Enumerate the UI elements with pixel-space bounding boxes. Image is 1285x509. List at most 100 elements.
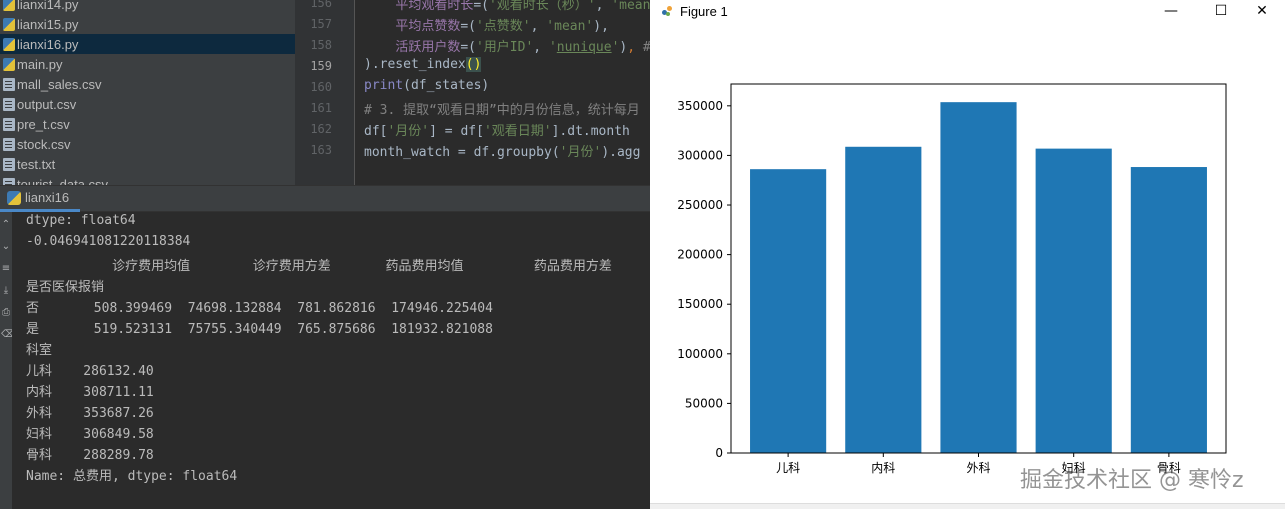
line-number: 158	[310, 38, 332, 52]
matplotlib-figure-window: Figure 1 — ☐ ✕ 0 50000 100000 150000 200000 2…	[650, 0, 1285, 509]
bar-1	[750, 169, 827, 454]
code-line-158: 活跃用户数=('用户ID', 'nunique'), #	[395, 40, 650, 55]
file-name: mall_sales.csv	[17, 76, 102, 92]
python-file-icon	[3, 17, 15, 31]
delete-icon[interactable]: ⌫	[1, 330, 15, 340]
bar-4	[1035, 148, 1112, 454]
wrap-icon[interactable]: ≡	[1, 264, 11, 274]
console-line: Name: 总费用, dtype: float64	[26, 469, 238, 484]
file-name: stock.csv	[17, 136, 71, 152]
file-item-mall-sales[interactable]: mall_sales.csv	[0, 74, 295, 94]
matplotlib-logo-icon	[660, 4, 674, 18]
console-line: 否 508.399469 74698.132884 781.862816 174…	[26, 301, 493, 316]
code-line-157: 平均点赞数=('点赞数', 'mean'),	[395, 19, 609, 34]
console-line: 儿科 286132.40	[26, 364, 154, 379]
console-line: 妇科 306849.58	[26, 427, 154, 442]
line-number: 157	[310, 17, 332, 31]
text-file-icon	[3, 157, 15, 171]
file-name: lianxi16.py	[17, 36, 79, 52]
file-name: test.txt	[17, 156, 56, 172]
console-line: 诊疗费用均值 诊疗费用方差 药品费用均值 药品费用方差	[26, 259, 612, 274]
file-item-main[interactable]: main.py	[0, 54, 295, 74]
run-tab-label: lianxi16	[25, 190, 70, 205]
run-tool-window-header: lianxi16	[0, 185, 650, 212]
x-tick-label: 内科	[871, 461, 895, 475]
close-button[interactable]: ✕	[1239, 0, 1285, 22]
text-file-icon	[3, 177, 15, 185]
file-item-lianxi16[interactable]: lianxi16.py	[0, 34, 295, 54]
text-file-icon	[3, 137, 15, 151]
up-arrow-icon[interactable]: ⌃	[1, 220, 11, 230]
run-side-toolbar: ⌃ ⌄ ≡ ⤓ ⎙ ⌫	[0, 212, 15, 509]
file-item-test[interactable]: test.txt	[0, 154, 295, 174]
console-line: 是 519.523131 75755.340449 765.875686 181…	[26, 322, 493, 337]
x-tick-label: 儿科	[776, 461, 800, 475]
figure-title-bar[interactable]: Figure 1 — ☐ ✕	[650, 0, 1285, 22]
python-run-icon	[7, 190, 21, 205]
y-tick-label: 50000	[685, 396, 723, 410]
file-item-pre-t[interactable]: pre_t.csv	[0, 114, 295, 134]
text-file-icon	[3, 117, 15, 131]
file-name: output.csv	[17, 96, 77, 112]
console-line: -0.046941081220118384	[26, 234, 191, 249]
console-line: 骨科 288289.78	[26, 448, 154, 463]
print-icon[interactable]: ⎙	[1, 308, 11, 318]
file-item-stock[interactable]: stock.csv	[0, 134, 295, 154]
maximize-button[interactable]: ☐	[1198, 0, 1244, 22]
file-item-lianxi15[interactable]: lianxi15.py	[0, 14, 295, 34]
bar-5	[1130, 167, 1207, 453]
run-tab-lianxi16[interactable]: lianxi16	[0, 186, 80, 212]
down-arrow-icon[interactable]: ⌄	[1, 242, 11, 252]
file-name: tourist_data.csv	[17, 176, 109, 186]
text-file-icon	[3, 97, 15, 111]
ide-window: lianxi14.py lianxi15.py lianxi16.py main…	[0, 0, 650, 509]
code-line-161: # 3. 提取“观看日期”中的月份信息，统计每月	[364, 103, 640, 118]
bar-3	[940, 102, 1017, 454]
code-line-156: 平均观看时长=('观看时长（秒）', 'mean'),	[395, 0, 650, 13]
code-line-160: print(df_states)	[364, 78, 490, 93]
y-tick-label: 0	[715, 446, 723, 460]
console-line: dtype: float64	[26, 213, 136, 228]
run-console-output[interactable]: dtype: float64 -0.046941081220118384 诊疗费…	[12, 212, 650, 509]
code-line-159: ).reset_index()	[364, 57, 482, 72]
x-tick-label: 外科	[966, 461, 990, 475]
python-file-icon	[3, 37, 15, 51]
code-line-163: month_watch = df.groupby('月份').agg	[364, 145, 641, 160]
console-line: 外科 353687.26	[26, 406, 154, 421]
line-number: 162	[310, 122, 332, 136]
file-name: lianxi14.py	[17, 0, 79, 12]
scroll-to-end-icon[interactable]: ⤓	[1, 286, 11, 296]
minimize-button[interactable]: —	[1148, 0, 1194, 22]
bar-2	[845, 146, 922, 453]
console-line: 内科 308711.11	[26, 385, 154, 400]
code-editor[interactable]: 156 157 158 159 160 161 162 163 平均观看时长=(…	[295, 0, 650, 185]
y-tick-label: 150000	[677, 297, 723, 311]
y-tick-label: 250000	[677, 198, 723, 212]
console-line: 是否医保报销	[26, 280, 105, 295]
figure-window-title: Figure 1	[680, 3, 728, 19]
y-tick-label: 300000	[677, 148, 723, 162]
y-tick-label: 200000	[677, 248, 723, 262]
line-number: 156	[310, 0, 332, 10]
file-item-output[interactable]: output.csv	[0, 94, 295, 114]
file-name: main.py	[17, 56, 63, 72]
file-name: lianxi15.py	[17, 16, 79, 32]
file-item-lianxi14[interactable]: lianxi14.py	[0, 0, 295, 14]
line-number: 163	[310, 143, 332, 157]
text-file-icon	[3, 77, 15, 91]
python-file-icon	[3, 57, 15, 71]
figure-toolbar-strip	[650, 503, 1285, 509]
y-tick-label: 100000	[677, 347, 723, 361]
python-file-icon	[3, 0, 15, 11]
file-name: pre_t.csv	[17, 116, 70, 132]
line-number: 161	[310, 101, 332, 115]
watermark-text: 掘金技术社区 @ 寒怜z	[1020, 468, 1244, 493]
line-number: 160	[310, 80, 332, 94]
file-item-tourist-data[interactable]: tourist_data.csv	[0, 174, 295, 185]
bar-chart: 0 50000 100000 150000 200000 250000 300000 3500…	[677, 83, 1227, 475]
project-file-tree: lianxi14.py lianxi15.py lianxi16.py main…	[0, 0, 295, 185]
code-line-162: df['月份'] = df['观看日期'].dt.month	[364, 124, 630, 139]
y-tick-label: 350000	[677, 99, 723, 113]
console-line: 科室	[26, 343, 53, 358]
line-number: 159	[310, 59, 332, 73]
